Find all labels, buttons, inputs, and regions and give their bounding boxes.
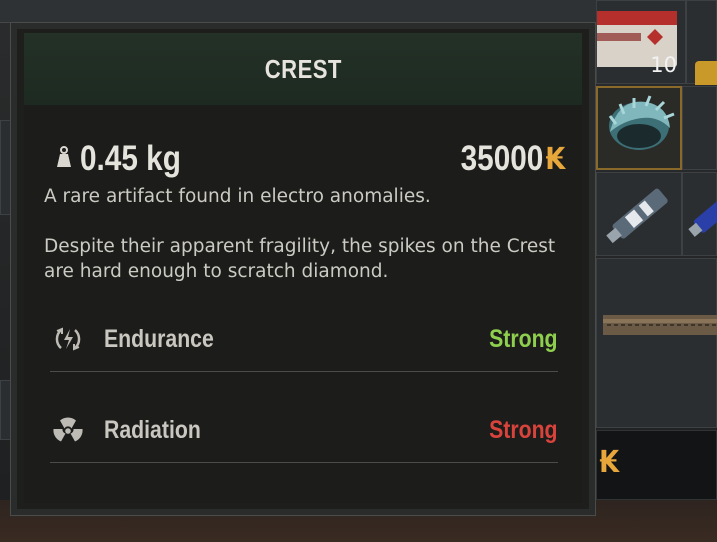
inventory-slot-usb[interactable] (596, 172, 682, 256)
item-price: 35000 (460, 139, 544, 178)
item-title: CREST (264, 53, 342, 84)
item-tooltip: CREST 0.45 kg 35000 ₭ A rare artifact fo… (10, 22, 596, 516)
item-weight: 0.45 kg (80, 139, 181, 178)
stat-row-radiation: Radiation Strong (50, 400, 558, 460)
currency-icon: ₭ (599, 445, 620, 480)
divider (50, 462, 558, 463)
tooltip-header: CREST (24, 33, 582, 105)
weight-row: 0.45 kg (54, 139, 199, 179)
item-icon (695, 61, 717, 105)
price-row: 35000 ₭ (446, 139, 566, 179)
radiation-icon (50, 412, 86, 448)
stat-value: Strong (489, 415, 558, 444)
endurance-icon (50, 321, 86, 357)
description-paragraph: Despite their apparent fragility, the sp… (44, 236, 556, 282)
inventory-slot-ammo[interactable]: 10 (587, 0, 686, 84)
stat-name: Radiation (104, 415, 201, 444)
description-paragraph: A rare artifact found in electro anomali… (44, 186, 431, 207)
usb-drive-icon (606, 188, 668, 244)
rifle-icon (603, 315, 717, 335)
stat-row-endurance: Endurance Strong (50, 309, 558, 369)
inventory-slot[interactable] (686, 0, 717, 105)
weight-icon (54, 145, 74, 173)
item-tooltip-body: CREST 0.45 kg 35000 ₭ A rare artifact fo… (24, 33, 582, 503)
currency-icon: ₭ (545, 141, 566, 177)
usb-drive-icon (688, 194, 717, 237)
item-description: A rare artifact found in electro anomali… (44, 184, 564, 284)
inventory-slot[interactable] (682, 172, 717, 256)
stat-value: Strong (489, 324, 558, 353)
divider (50, 371, 558, 372)
inventory-slot-crest-selected[interactable] (596, 86, 682, 170)
inventory-slot-rifle[interactable] (596, 258, 717, 428)
inventory-money-slot: ₭ (596, 430, 717, 500)
stack-count: 10 (650, 53, 677, 77)
stat-name: Endurance (104, 324, 214, 353)
inventory-slot[interactable] (682, 86, 717, 170)
crest-artifact-icon (608, 95, 675, 150)
